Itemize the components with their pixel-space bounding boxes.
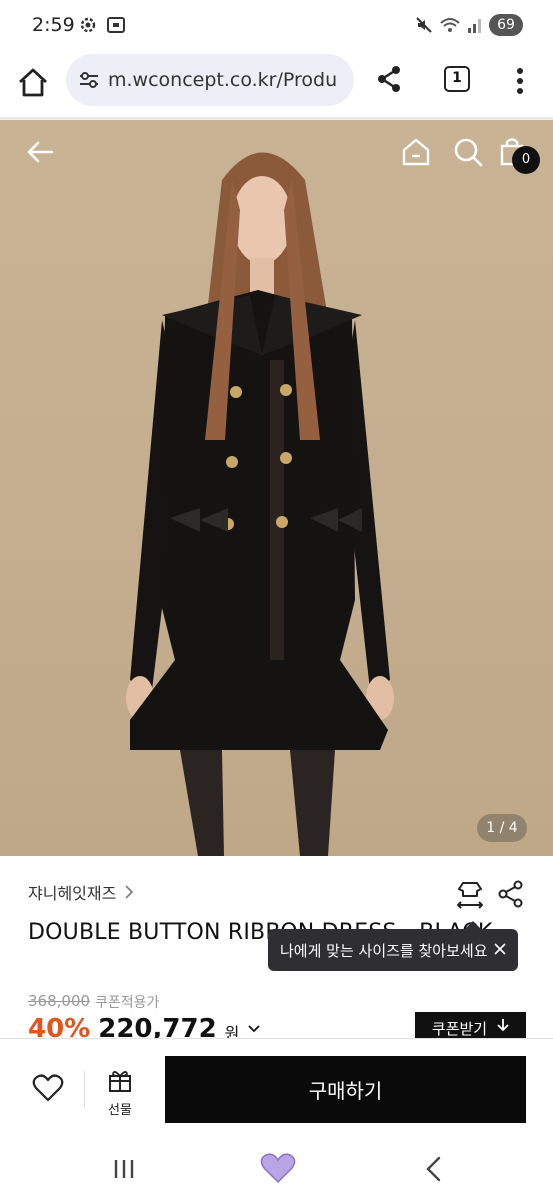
price-row: 40% 220,772 원: [28, 1014, 261, 1038]
status-time: 2:59: [32, 14, 75, 36]
coupon-button-label: 쿠폰받기: [431, 1020, 488, 1038]
download-arrow-icon: [497, 1019, 509, 1032]
model-photo: [126, 152, 394, 856]
more-icon[interactable]: [512, 66, 528, 96]
share-icon[interactable]: [374, 64, 404, 94]
coupon-applied-label: 쿠폰적용가: [95, 995, 160, 1011]
share-icon[interactable]: [497, 880, 525, 908]
purchase-button[interactable]: 구매하기: [165, 1056, 526, 1123]
gift-button[interactable]: 선물: [100, 1067, 140, 1118]
size-tooltip[interactable]: 나에게 맞는 사이즈를 찾아보세요: [268, 921, 518, 971]
address-bar[interactable]: m.wconcept.co.kr/Produ: [66, 54, 354, 106]
battery-indicator: 69: [489, 14, 523, 36]
image-counter: 1 / 4: [477, 814, 527, 842]
brand-link[interactable]: 쟈니헤잇재즈: [28, 880, 134, 904]
screenshot-icon: [107, 17, 125, 33]
url-text: m.wconcept.co.kr/Produ: [108, 69, 338, 91]
chevron-left-icon[interactable]: [424, 1156, 444, 1182]
size-guide-icon[interactable]: [455, 880, 485, 910]
home-icon[interactable]: [16, 66, 50, 100]
sale-price: 220,772: [98, 1014, 217, 1038]
recents-icon[interactable]: [112, 1158, 136, 1180]
tabs-icon[interactable]: 1: [444, 66, 470, 92]
discount-percent: 40%: [28, 1014, 91, 1038]
tooltip-arrow: [465, 921, 481, 929]
status-bar: 2:59 69: [0, 0, 553, 54]
purchase-bar: 선물 구매하기: [0, 1038, 553, 1138]
coupon-button[interactable]: 쿠폰받기: [415, 1012, 526, 1038]
original-price: 368,000: [28, 992, 91, 1010]
browser-toolbar: m.wconcept.co.kr/Produ 1: [0, 54, 553, 120]
chevron-right-icon: [125, 885, 134, 899]
gift-label: 선물: [108, 1103, 132, 1118]
signal-icon: [468, 19, 481, 33]
currency-label: 원: [224, 1024, 240, 1038]
search-icon[interactable]: [452, 136, 484, 168]
product-image[interactable]: 0 1 / 4: [0, 120, 553, 856]
chevron-down-icon[interactable]: [247, 1022, 261, 1036]
heart-icon[interactable]: [32, 1073, 64, 1103]
brand-name: 쟈니헤잇재즈: [28, 884, 117, 903]
wifi-icon: [440, 18, 460, 32]
settings-icon: [80, 17, 96, 33]
close-icon[interactable]: [492, 941, 508, 957]
size-tooltip-text: 나에게 맞는 사이즈를 찾아보세요: [280, 941, 488, 960]
home-button-heart-icon[interactable]: [260, 1152, 296, 1184]
cart-count-badge: 0: [512, 146, 540, 174]
gift-icon: [109, 1071, 131, 1092]
home-icon[interactable]: [400, 136, 432, 168]
system-nav-bar: [0, 1138, 553, 1200]
back-arrow-icon[interactable]: [24, 136, 56, 168]
divider: [84, 1071, 85, 1107]
mute-icon: [416, 17, 432, 33]
site-info-icon[interactable]: [78, 70, 100, 90]
